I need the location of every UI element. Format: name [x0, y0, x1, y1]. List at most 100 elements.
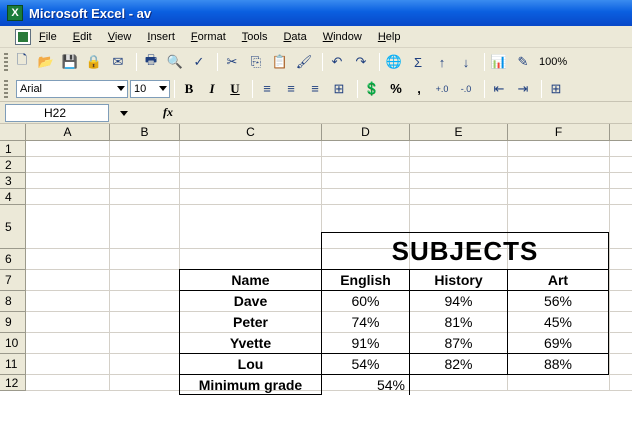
- print-icon[interactable]: 🖶: [141, 52, 161, 72]
- menu-data[interactable]: Data: [283, 31, 306, 43]
- zoom-value[interactable]: 100%: [539, 56, 567, 68]
- autosum-icon[interactable]: Σ: [408, 52, 428, 72]
- row-header-11[interactable]: 11: [0, 354, 26, 375]
- align-left-icon[interactable]: ≡: [257, 79, 277, 99]
- english-grade[interactable]: 60%: [322, 291, 409, 311]
- column-header-a[interactable]: A: [26, 124, 110, 141]
- menu-format[interactable]: Format: [191, 31, 226, 43]
- hyperlink-icon[interactable]: 🌐: [384, 52, 404, 72]
- spreadsheet-grid[interactable]: A B C D E F 1 2 3 4 5 6 7 8 9 10 11 12 S…: [0, 124, 632, 428]
- chevron-down-icon[interactable]: [117, 85, 125, 91]
- menu-view[interactable]: View: [108, 31, 132, 43]
- menu-file[interactable]: File: [39, 31, 57, 43]
- chevron-down-icon[interactable]: [159, 85, 167, 91]
- menu-window[interactable]: Window: [323, 31, 362, 43]
- minimum-grade-label[interactable]: Minimum grade: [180, 375, 321, 394]
- row-header-4[interactable]: 4: [0, 189, 26, 205]
- spelling-icon[interactable]: ✓: [189, 52, 209, 72]
- decrease-indent-icon[interactable]: ⇤: [489, 79, 509, 99]
- permission-icon[interactable]: 🔒: [84, 52, 104, 72]
- email-icon[interactable]: ✉: [108, 52, 128, 72]
- row-header-7[interactable]: 7: [0, 270, 26, 291]
- chevron-down-icon[interactable]: [120, 110, 128, 116]
- decrease-decimal-icon[interactable]: -.0: [456, 79, 476, 99]
- select-all-corner[interactable]: [0, 124, 26, 141]
- history-grade[interactable]: 82%: [410, 354, 507, 374]
- subjects-title[interactable]: SUBJECTS: [322, 233, 608, 269]
- minimum-grade-value[interactable]: 54%: [322, 375, 409, 394]
- student-name[interactable]: Lou: [180, 354, 321, 374]
- art-grade[interactable]: 45%: [508, 312, 608, 332]
- history-grade[interactable]: 87%: [410, 333, 507, 353]
- column-header-c[interactable]: C: [180, 124, 322, 141]
- italic-button[interactable]: I: [202, 79, 222, 99]
- history-grade[interactable]: 94%: [410, 291, 507, 311]
- save-icon[interactable]: 💾: [60, 52, 80, 72]
- row-header-9[interactable]: 9: [0, 312, 26, 333]
- print-preview-icon[interactable]: 🔍: [165, 52, 185, 72]
- fx-icon[interactable]: fx: [163, 105, 173, 120]
- percent-button[interactable]: %: [386, 79, 406, 99]
- header-art[interactable]: Art: [508, 270, 608, 290]
- workbook-icon[interactable]: [15, 28, 31, 45]
- increase-indent-icon[interactable]: ⇥: [513, 79, 533, 99]
- column-header-d[interactable]: D: [322, 124, 410, 141]
- name-box[interactable]: H22: [5, 103, 128, 122]
- copy-icon[interactable]: ⎘: [246, 52, 266, 72]
- toolbar-grip[interactable]: [4, 79, 8, 98]
- excel-icon[interactable]: X: [7, 5, 23, 21]
- column-header-f[interactable]: F: [508, 124, 610, 141]
- open-icon[interactable]: 📂: [36, 52, 56, 72]
- sort-descending-icon[interactable]: ↓: [456, 52, 476, 72]
- font-size-select[interactable]: 10: [130, 79, 170, 98]
- bold-button[interactable]: B: [179, 79, 199, 99]
- row-header-6[interactable]: 6: [0, 249, 26, 270]
- cut-icon[interactable]: ✂: [222, 52, 242, 72]
- undo-icon[interactable]: ↶: [327, 52, 347, 72]
- redo-icon[interactable]: ↷: [351, 52, 371, 72]
- comma-button[interactable]: ,: [409, 79, 429, 99]
- row-header-2[interactable]: 2: [0, 157, 26, 173]
- student-name[interactable]: Yvette: [180, 333, 321, 353]
- menu-edit[interactable]: Edit: [73, 31, 92, 43]
- sort-ascending-icon[interactable]: ↑: [432, 52, 452, 72]
- row-header-3[interactable]: 3: [0, 173, 26, 189]
- align-right-icon[interactable]: ≡: [305, 79, 325, 99]
- header-history[interactable]: History: [410, 270, 507, 290]
- student-name[interactable]: Dave: [180, 291, 321, 311]
- merge-center-icon[interactable]: ⊞: [329, 79, 349, 99]
- row-header-1[interactable]: 1: [0, 141, 26, 157]
- art-grade[interactable]: 69%: [508, 333, 608, 353]
- format-painter-icon[interactable]: 🖌: [294, 52, 314, 72]
- currency-icon[interactable]: 💲: [362, 79, 382, 99]
- toolbar-grip[interactable]: [4, 53, 8, 71]
- increase-decimal-icon[interactable]: +.0: [432, 79, 452, 99]
- menu-insert[interactable]: Insert: [147, 31, 175, 43]
- underline-button[interactable]: U: [225, 79, 245, 99]
- row-header-5[interactable]: 5: [0, 205, 26, 249]
- art-grade[interactable]: 88%: [508, 354, 608, 374]
- align-center-icon[interactable]: ≡: [281, 79, 301, 99]
- english-grade[interactable]: 91%: [322, 333, 409, 353]
- english-grade[interactable]: 74%: [322, 312, 409, 332]
- english-grade[interactable]: 54%: [322, 354, 409, 374]
- row-header-8[interactable]: 8: [0, 291, 26, 312]
- borders-icon[interactable]: ⊞: [546, 79, 566, 99]
- history-grade[interactable]: 81%: [410, 312, 507, 332]
- new-icon[interactable]: 🗋: [12, 52, 32, 72]
- paste-icon[interactable]: 📋: [270, 52, 290, 72]
- row-header-12[interactable]: 12: [0, 375, 26, 391]
- menu-tools[interactable]: Tools: [242, 31, 268, 43]
- art-grade[interactable]: 56%: [508, 291, 608, 311]
- formula-input[interactable]: [181, 103, 632, 122]
- header-name[interactable]: Name: [180, 270, 321, 290]
- column-header-e[interactable]: E: [410, 124, 508, 141]
- column-header-b[interactable]: B: [110, 124, 180, 141]
- student-name[interactable]: Peter: [180, 312, 321, 332]
- chart-wizard-icon[interactable]: 📊: [489, 52, 509, 72]
- row-header-10[interactable]: 10: [0, 333, 26, 354]
- header-english[interactable]: English: [322, 270, 409, 290]
- drawing-icon[interactable]: ✎: [513, 52, 533, 72]
- menu-help[interactable]: Help: [378, 31, 401, 43]
- font-select[interactable]: Arial: [16, 79, 128, 98]
